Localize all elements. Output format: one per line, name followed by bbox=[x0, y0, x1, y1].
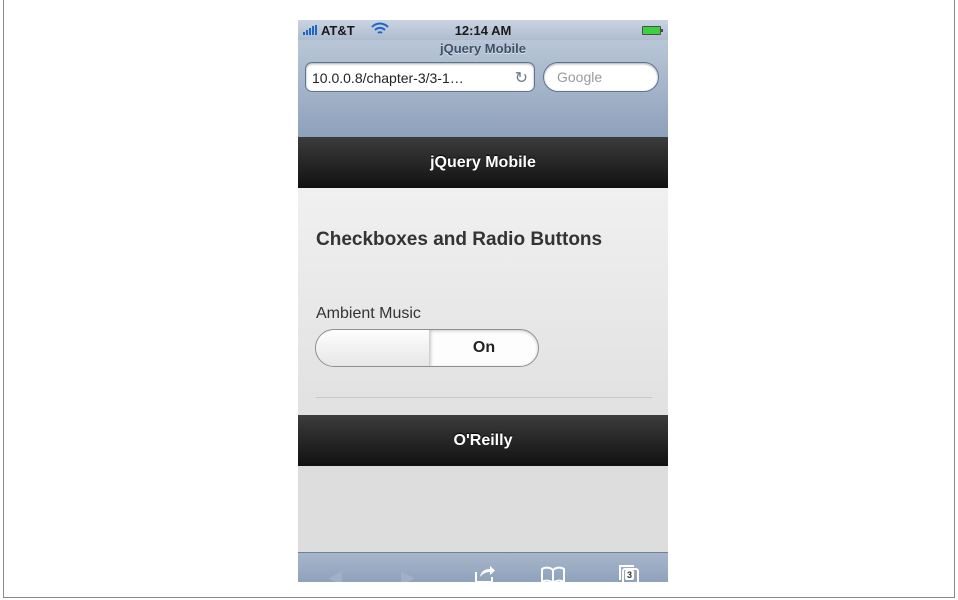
browser-page-title: jQuery Mobile bbox=[440, 41, 526, 56]
page-title: Checkboxes and Radio Buttons bbox=[316, 229, 603, 250]
reload-icon[interactable]: ↻ bbox=[515, 68, 528, 88]
back-icon[interactable]: ◀ bbox=[328, 567, 342, 582]
search-input[interactable]: Google bbox=[543, 62, 659, 92]
bookmarks-icon[interactable] bbox=[540, 566, 566, 582]
forward-icon[interactable]: ▶ bbox=[401, 567, 415, 582]
page-footer: O'Reilly bbox=[298, 415, 668, 466]
tab-count-badge: 3 bbox=[625, 570, 635, 580]
browser-chrome: jQuery Mobile 10.0.0.8/chapter-3/3-1… ↻ … bbox=[298, 40, 668, 137]
field-label: Ambient Music bbox=[316, 305, 421, 322]
flip-switch-handle[interactable] bbox=[316, 330, 430, 366]
tabs-icon[interactable]: 3 bbox=[618, 564, 640, 582]
clock: 12:14 AM bbox=[454, 23, 512, 38]
divider bbox=[316, 397, 652, 398]
ambient-music-flip-switch[interactable]: On bbox=[315, 329, 539, 367]
address-bar[interactable]: 10.0.0.8/chapter-3/3-1… ↻ bbox=[305, 62, 535, 92]
empty-area bbox=[298, 466, 668, 552]
page-header: jQuery Mobile bbox=[298, 137, 668, 188]
browser-toolbar: ◀ ▶ 3 bbox=[298, 552, 668, 582]
status-bar: AT&T 12:14 AM bbox=[298, 20, 668, 40]
battery-icon bbox=[642, 26, 663, 35]
phone-screen: AT&T 12:14 AM jQuery Mobile 10.0.0.8/cha… bbox=[298, 20, 668, 582]
flip-switch-label: On bbox=[472, 339, 496, 356]
share-icon[interactable] bbox=[474, 564, 496, 582]
page-content: Checkboxes and Radio Buttons Ambient Mus… bbox=[298, 188, 668, 415]
url-text: 10.0.0.8/chapter-3/3-1… bbox=[312, 70, 464, 86]
